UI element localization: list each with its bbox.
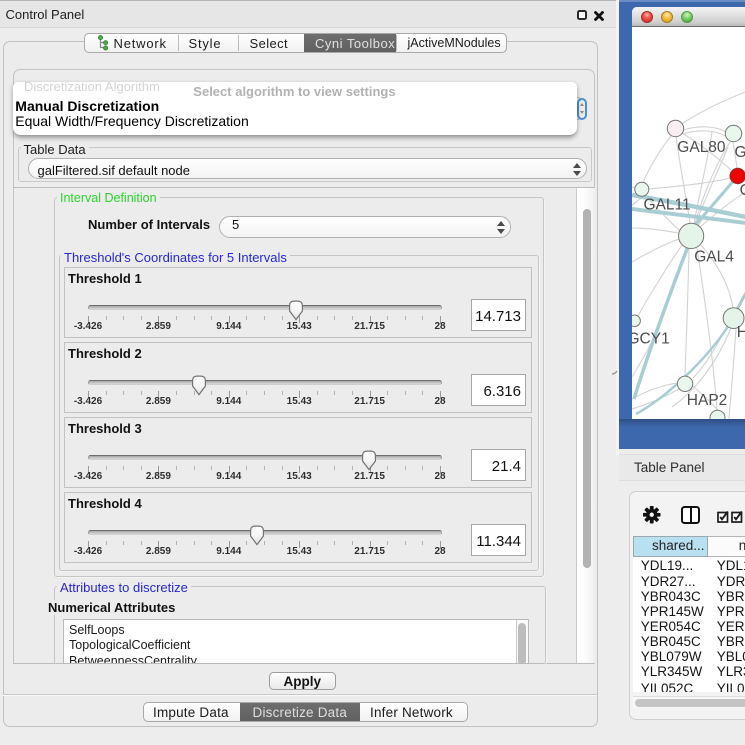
svg-text:GAL4: GAL4	[694, 249, 734, 266]
svg-text:GAL80: GAL80	[677, 139, 726, 156]
svg-text:HAP2: HAP2	[686, 392, 727, 409]
svg-text:GCY1: GCY1	[632, 331, 670, 348]
svg-text:HA: HA	[736, 325, 745, 342]
svg-text:GA: GA	[734, 144, 745, 161]
svg-text:GAL11: GAL11	[643, 197, 690, 214]
svg-text:CY: CY	[739, 182, 745, 199]
